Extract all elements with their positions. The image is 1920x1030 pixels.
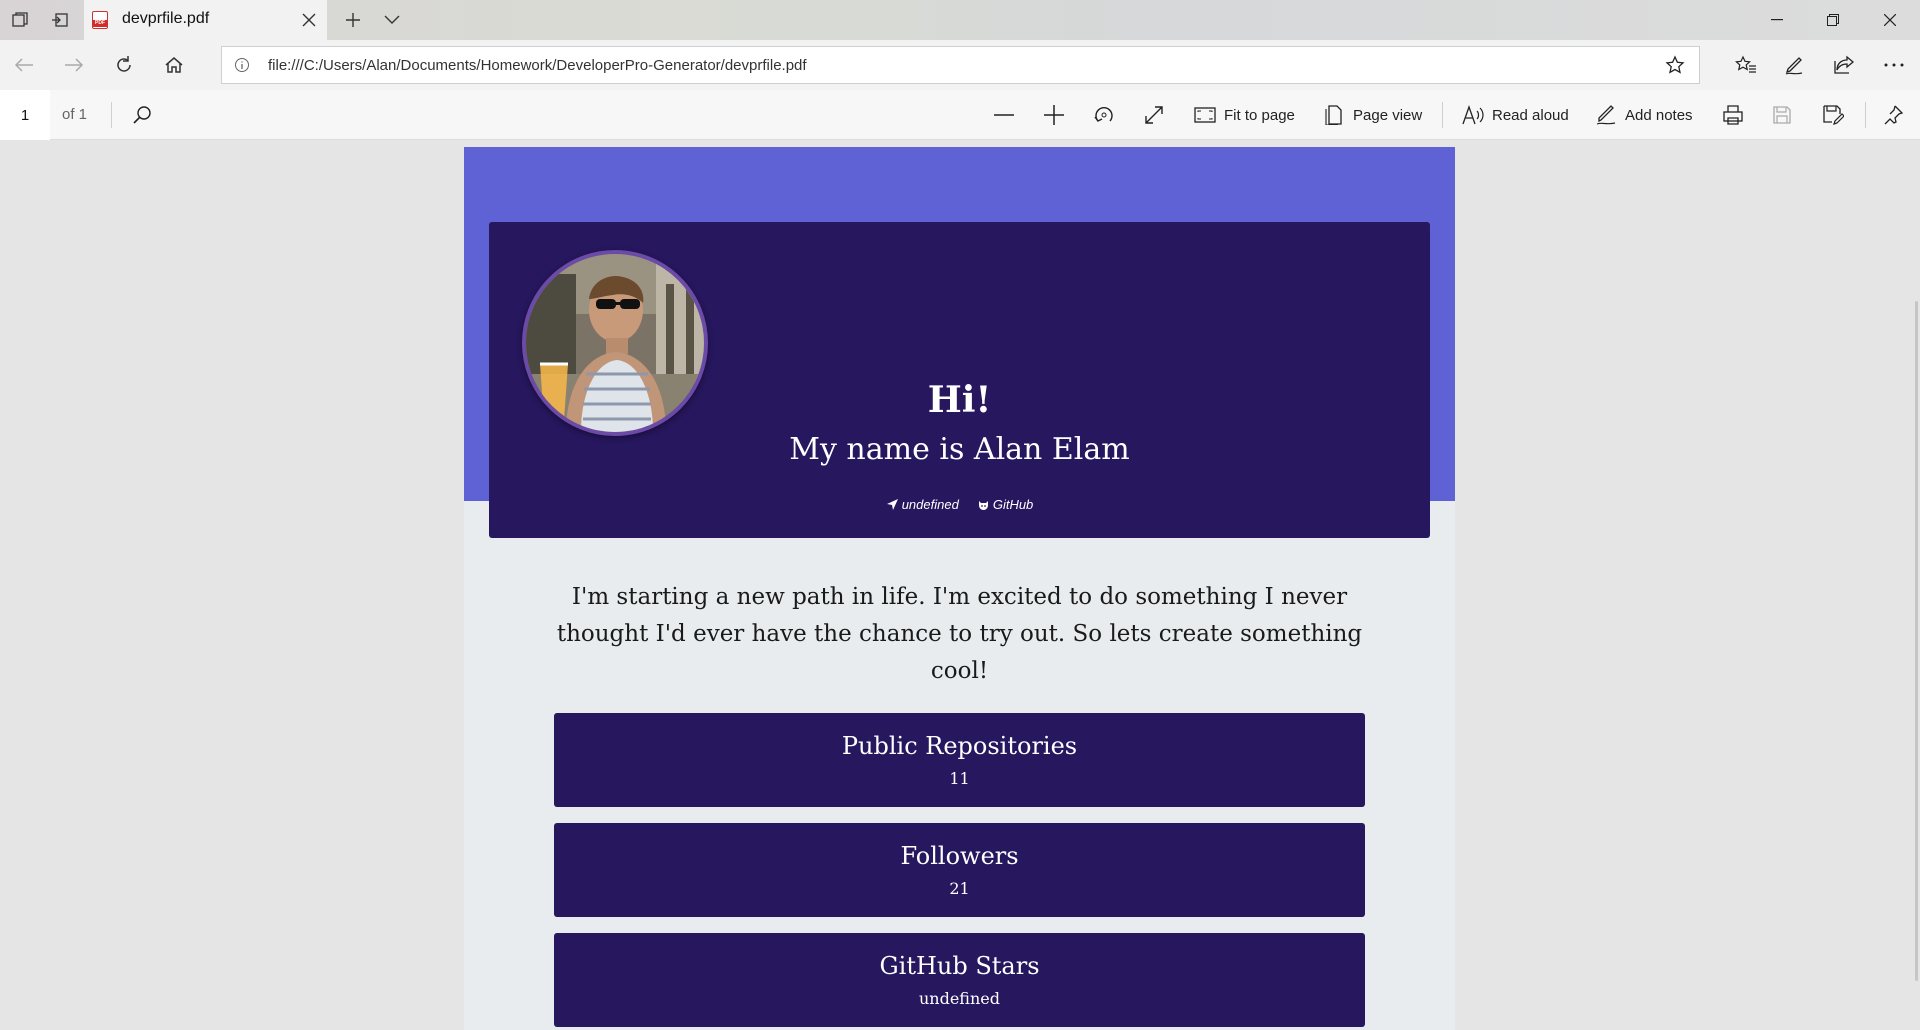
minimize-button[interactable] <box>1749 0 1805 40</box>
location-link-text: undefined <box>901 497 959 512</box>
address-bar[interactable]: file:///C:/Users/Alan/Documents/Homework… <box>221 46 1700 84</box>
full-screen-icon[interactable] <box>1143 103 1165 127</box>
tab-preview-chevron-icon[interactable] <box>380 8 404 32</box>
github-link[interactable]: GitHub <box>977 497 1033 512</box>
tab-devprfile[interactable]: devprfile.pdf <box>84 0 327 40</box>
page-view-icon <box>1325 105 1342 125</box>
vertical-scrollbar[interactable] <box>1915 301 1918 981</box>
refresh-icon[interactable] <box>112 53 136 77</box>
stat-github-stars: GitHub Stars undefined <box>554 933 1365 1027</box>
page-count-label: of 1 <box>62 106 88 123</box>
favorites-hub-icon[interactable] <box>1734 53 1758 77</box>
stat-public-repositories: Public Repositories 11 <box>554 713 1365 807</box>
profile-links: undefined GitHub <box>464 497 1455 512</box>
web-note-pen-icon[interactable] <box>1782 53 1806 77</box>
stat-label: GitHub Stars <box>879 952 1040 980</box>
stat-followers: Followers 21 <box>554 823 1365 917</box>
pdf-viewport[interactable]: Hi! My name is Alan Elam undefined GitHu… <box>0 141 1920 1030</box>
toolbar-divider <box>1442 102 1443 128</box>
stat-label: Public Repositories <box>841 732 1078 760</box>
stat-value: 11 <box>949 769 970 788</box>
toolbar-divider <box>111 102 112 128</box>
new-tab-icon[interactable] <box>341 8 365 32</box>
pdf-page: Hi! My name is Alan Elam undefined GitHu… <box>464 147 1455 1030</box>
toolbar-divider <box>1865 102 1866 128</box>
close-tab-icon[interactable] <box>297 8 321 32</box>
title-bar: devprfile.pdf <box>0 0 1920 40</box>
location-arrow-icon <box>886 499 898 510</box>
pen-icon <box>1596 105 1616 125</box>
navigation-bar: file:///C:/Users/Alan/Documents/Homework… <box>0 40 1920 90</box>
forward-arrow-icon[interactable] <box>62 53 86 77</box>
pin-toolbar-icon[interactable] <box>1882 103 1904 127</box>
site-info-icon[interactable] <box>234 57 250 78</box>
read-aloud-icon <box>1462 105 1484 125</box>
fit-to-page-button[interactable]: Fit to page <box>1194 103 1295 127</box>
pdf-file-icon <box>92 11 108 29</box>
read-aloud-label: Read aloud <box>1492 106 1569 124</box>
page-view-button[interactable]: Page view <box>1325 103 1422 127</box>
save-as-icon[interactable] <box>1822 103 1844 127</box>
page-number-input[interactable]: 1 <box>0 90 50 140</box>
url-text[interactable]: file:///C:/Users/Alan/Documents/Homework… <box>268 57 807 74</box>
tab-title: devprfile.pdf <box>122 10 210 27</box>
greeting-heading: Hi! <box>927 379 992 421</box>
stat-value: undefined <box>918 989 1000 1008</box>
add-notes-label: Add notes <box>1625 106 1693 124</box>
rotate-icon[interactable] <box>1093 103 1115 127</box>
fit-to-page-icon <box>1194 107 1216 123</box>
github-link-text: GitHub <box>992 497 1034 512</box>
page-view-label: Page view <box>1353 106 1423 124</box>
back-arrow-icon[interactable] <box>12 53 36 77</box>
name-heading: My name is Alan Elam <box>789 432 1130 467</box>
github-icon <box>978 500 988 510</box>
read-aloud-button[interactable]: Read aloud <box>1462 103 1569 127</box>
home-icon[interactable] <box>162 53 186 77</box>
pdf-toolbar: 1 of 1 Fit to page Page view Read aloud … <box>0 90 1920 140</box>
bio-text: I'm starting a new path in life. I'm exc… <box>556 584 1363 684</box>
add-notes-button[interactable]: Add notes <box>1595 103 1693 127</box>
tab-actions-icon[interactable] <box>8 8 32 32</box>
search-icon[interactable] <box>131 103 153 127</box>
stat-label: Followers <box>900 842 1019 870</box>
restore-button[interactable] <box>1805 0 1861 40</box>
stat-value: 21 <box>949 879 970 898</box>
zoom-out-icon[interactable] <box>993 103 1015 127</box>
zoom-in-icon[interactable] <box>1043 103 1065 127</box>
share-icon[interactable] <box>1832 53 1856 77</box>
set-aside-tabs-icon[interactable] <box>48 8 72 32</box>
save-icon[interactable] <box>1772 103 1792 127</box>
fit-to-page-label: Fit to page <box>1224 106 1295 124</box>
favorite-star-icon[interactable] <box>1665 55 1685 80</box>
more-options-icon[interactable] <box>1882 53 1906 77</box>
print-icon[interactable] <box>1722 103 1744 127</box>
close-window-button[interactable] <box>1862 0 1918 40</box>
location-link[interactable]: undefined <box>886 497 959 512</box>
